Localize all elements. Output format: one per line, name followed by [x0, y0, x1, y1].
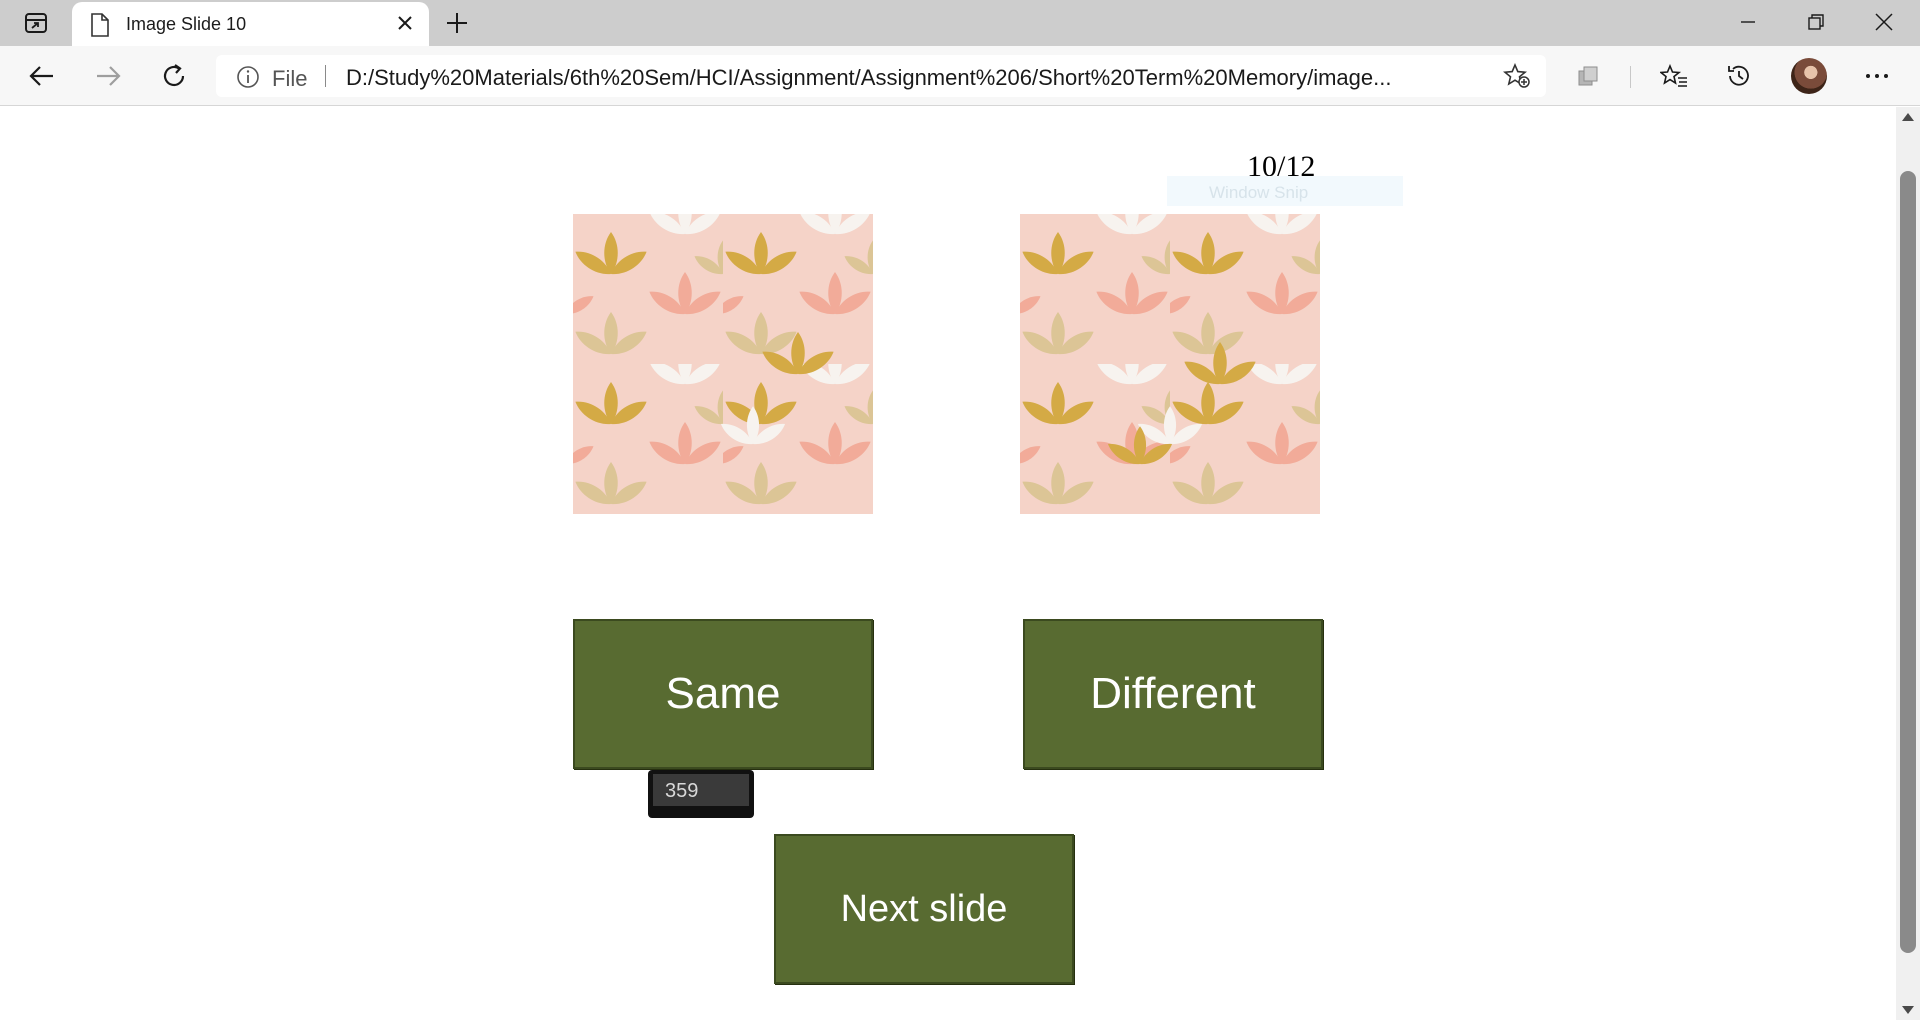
scroll-down-icon[interactable]	[1902, 1006, 1914, 1014]
new-tab-button[interactable]	[440, 8, 474, 38]
same-button[interactable]: Same	[573, 619, 873, 769]
toolbar-divider	[1630, 66, 1631, 88]
page-content: 10/12 Window Snip Same Different 359 Nex…	[0, 107, 1896, 1020]
star-add-icon	[1503, 63, 1530, 88]
scrollbar-thumb[interactable]	[1900, 171, 1916, 953]
collections-icon	[1578, 66, 1598, 86]
value-tooltip: 359	[648, 770, 754, 818]
history-button[interactable]	[1719, 58, 1759, 94]
restore-icon	[1808, 14, 1824, 30]
tooltip-value: 359	[653, 774, 749, 806]
address-url[interactable]: D:/Study%20Materials/6th%20Sem/HCI/Assig…	[346, 65, 1456, 91]
tab-strip: Image Slide 10	[0, 0, 1920, 46]
info-icon[interactable]	[236, 65, 260, 89]
favorites-list-icon	[1660, 64, 1687, 87]
back-button[interactable]	[22, 58, 62, 94]
restore-button[interactable]	[1782, 0, 1850, 44]
tab-title: Image Slide 10	[126, 14, 247, 34]
history-icon	[1728, 65, 1749, 86]
browser-toolbar: File D:/Study%20Materials/6th%20Sem/HCI/…	[0, 46, 1920, 106]
arrow-right-icon	[97, 66, 121, 86]
refresh-icon	[163, 64, 185, 87]
refresh-button[interactable]	[154, 58, 194, 94]
minimize-button[interactable]	[1714, 0, 1782, 44]
address-bar[interactable]: File D:/Study%20Materials/6th%20Sem/HCI/…	[216, 55, 1546, 97]
tab-actions-button[interactable]	[14, 8, 58, 38]
plus-icon	[447, 13, 467, 33]
active-tab[interactable]: Image Slide 10	[72, 2, 429, 46]
close-icon	[398, 16, 412, 30]
close-icon	[1875, 13, 1893, 31]
favorites-button[interactable]	[1654, 58, 1694, 94]
scroll-up-icon[interactable]	[1902, 113, 1914, 121]
window-snip-overlay: Window Snip	[1167, 176, 1403, 206]
profile-avatar[interactable]	[1791, 58, 1827, 94]
add-favorite-button[interactable]	[1502, 63, 1532, 89]
next-slide-button[interactable]: Next slide	[774, 834, 1074, 984]
arrow-left-icon	[29, 66, 53, 86]
tab-actions-icon	[25, 13, 47, 33]
different-button[interactable]: Different	[1023, 619, 1323, 769]
tab-close-button[interactable]	[390, 10, 420, 36]
left-pattern-image	[573, 214, 873, 514]
window-close-button[interactable]	[1850, 0, 1918, 44]
more-icon	[1866, 74, 1888, 78]
collections-button[interactable]	[1568, 58, 1608, 94]
address-divider	[325, 65, 326, 87]
settings-menu-button[interactable]	[1857, 58, 1897, 94]
address-scheme: File	[272, 66, 308, 91]
vertical-scrollbar[interactable]	[1896, 107, 1920, 1020]
minimize-icon	[1741, 21, 1755, 23]
right-pattern-image	[1020, 214, 1320, 514]
page-icon	[91, 13, 109, 37]
forward-button[interactable]	[88, 58, 128, 94]
